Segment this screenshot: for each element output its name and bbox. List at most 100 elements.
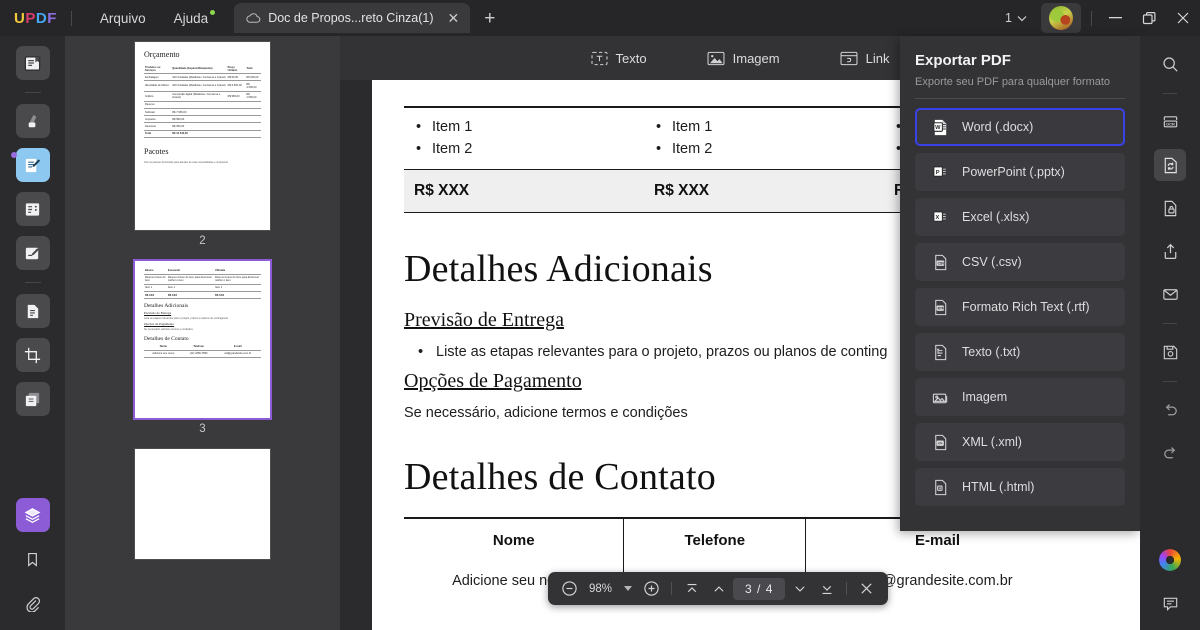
txt-icon <box>931 343 950 362</box>
sidebar-item-highlight[interactable] <box>16 104 50 138</box>
last-page-button[interactable] <box>814 576 839 601</box>
tool-imagem-label: Imagem <box>733 51 780 66</box>
convert-icon[interactable] <box>1154 149 1186 181</box>
undo-icon[interactable] <box>1154 394 1186 426</box>
sidebar-item-layers[interactable] <box>16 498 50 532</box>
export-option-txt-label: Texto (.txt) <box>962 345 1020 359</box>
ocr-icon[interactable]: OCR <box>1154 106 1186 138</box>
next-page-button[interactable] <box>787 576 812 601</box>
updf-window: U P D F Arquivo Ajuda Doc de Propos...re… <box>0 0 1200 630</box>
th: E-mail <box>215 344 261 351</box>
sidebar-item-bookmark[interactable] <box>16 542 50 576</box>
td: (12) 3456-7890 <box>183 350 215 357</box>
list-item: Item 2 <box>654 138 874 160</box>
sidebar-item-edit-pdf[interactable] <box>16 148 50 182</box>
tool-imagem[interactable]: Imagem <box>697 46 790 71</box>
prev-page-button[interactable] <box>706 576 731 601</box>
restore-button[interactable] <box>1132 0 1166 36</box>
first-page-button[interactable] <box>679 576 704 601</box>
mail-icon[interactable] <box>1154 278 1186 310</box>
comment-icon[interactable] <box>1154 587 1186 619</box>
td: Desconto <box>144 123 171 130</box>
search-icon[interactable] <box>1154 48 1186 80</box>
thumbnail-page-3[interactable]: Básico Essencial Ultimate Resumo breve d… <box>135 261 270 418</box>
export-option-csv[interactable]: CSV CSV (.csv) <box>915 243 1125 281</box>
zoom-out-button[interactable] <box>557 576 582 601</box>
thumbnail-pane[interactable]: Orçamento Produtos ou Serviços Quantidad… <box>65 36 340 630</box>
sidebar-item-annotate[interactable] <box>16 236 50 270</box>
td: R$ 350,00 <box>171 123 261 130</box>
sidebar-item-page[interactable] <box>16 294 50 328</box>
td: Gráfico <box>144 91 171 101</box>
close-tab-icon[interactable]: ✕ <box>445 11 463 25</box>
th: R$ XXX <box>214 292 261 299</box>
bullet-list: Item 1 Item 2 <box>654 116 874 161</box>
td: R$ 950,00 <box>227 91 246 101</box>
close-window-button[interactable] <box>1166 0 1200 36</box>
zoom-in-button[interactable] <box>639 576 664 601</box>
thumbnail-page-2[interactable]: Orçamento Produtos ou Serviços Quantidad… <box>135 42 270 230</box>
export-option-excel[interactable]: X Excel (.xlsx) <box>915 198 1125 236</box>
minimize-button[interactable] <box>1098 0 1132 36</box>
td: Adicione seu nome <box>144 350 183 357</box>
td: Resumo breve do item para descrever melh… <box>167 274 214 284</box>
zoom-level-value[interactable]: 98% <box>584 583 617 595</box>
sidebar-item-form[interactable] <box>16 192 50 226</box>
zoom-dropdown-icon[interactable] <box>619 586 637 592</box>
export-option-html[interactable]: H HTML (.html) <box>915 468 1125 506</box>
td: Item 1 <box>214 284 261 291</box>
export-option-txt[interactable]: Texto (.txt) <box>915 333 1125 371</box>
sidebar-item-read-mode[interactable] <box>16 46 50 80</box>
export-option-xml[interactable]: </> XML (.xml) <box>915 423 1125 461</box>
tool-link[interactable]: Link <box>830 46 900 71</box>
sidebar-item-crop[interactable] <box>16 338 50 372</box>
svg-text:</>: </> <box>938 441 943 445</box>
svg-text:W: W <box>935 125 941 131</box>
divider <box>1163 381 1177 382</box>
page-indicator[interactable]: 3 / 4 <box>733 578 785 600</box>
tool-texto[interactable]: Texto <box>581 46 657 71</box>
td: R$ 4.500,00 <box>245 81 261 91</box>
list-item: Item 1 <box>654 116 874 138</box>
share-icon[interactable] <box>1154 235 1186 267</box>
divider <box>846 582 847 595</box>
save-icon[interactable] <box>1154 336 1186 368</box>
export-option-imagem[interactable]: Imagem <box>915 378 1125 416</box>
thumbnail-page-2-content: Orçamento Produtos ou Serviços Quantidad… <box>135 42 270 230</box>
svg-text:RTF: RTF <box>938 306 944 310</box>
divider <box>1163 93 1177 94</box>
td: Resumo breve do item <box>144 274 167 284</box>
window-count-selector[interactable]: 1 <box>995 11 1037 25</box>
th: Essencial <box>167 267 214 274</box>
thumb3-heading1: Detalhes Adicionais <box>144 303 261 309</box>
menu-ajuda[interactable]: Ajuda <box>160 0 223 36</box>
thumb2-section2: Pacotes <box>144 147 261 156</box>
sidebar-item-compare[interactable] <box>16 382 50 416</box>
powerpoint-icon: P <box>931 163 950 182</box>
protect-icon[interactable] <box>1154 192 1186 224</box>
menu-ajuda-label: Ajuda <box>174 11 209 26</box>
column-header-telefone: Telefone <box>624 518 806 562</box>
sidebar-item-attachment[interactable] <box>16 586 50 620</box>
notification-dot-icon <box>210 10 215 15</box>
avatar-container[interactable] <box>1041 3 1081 33</box>
new-tab-button[interactable]: + <box>484 0 495 36</box>
thumbnail-number: 3 <box>199 423 205 435</box>
image-icon <box>707 51 725 66</box>
td: Embalagem <box>144 74 171 81</box>
export-option-rtf[interactable]: RTF Formato Rich Text (.rtf) <box>915 288 1125 326</box>
ai-icon[interactable] <box>1154 544 1186 576</box>
export-option-powerpoint[interactable]: P PowerPoint (.pptx) <box>915 153 1125 191</box>
export-option-word[interactable]: W Word (.docx) <box>915 108 1125 146</box>
document-tab[interactable]: Doc de Propos...reto Cinza(1) ✕ <box>234 3 470 33</box>
logo-letter-u: U <box>14 10 25 27</box>
thumbnail-page-4[interactable] <box>135 449 270 559</box>
th: Telefone <box>183 344 215 351</box>
redo-icon[interactable] <box>1154 437 1186 469</box>
export-option-powerpoint-label: PowerPoint (.pptx) <box>962 165 1065 179</box>
menu-arquivo[interactable]: Arquivo <box>86 0 160 36</box>
close-toolbar-button[interactable] <box>854 576 879 601</box>
html-icon: H <box>931 478 950 497</box>
menu-arquivo-label: Arquivo <box>100 11 146 26</box>
td: Conversão digital (Metálicas / Conserva … <box>171 91 226 101</box>
